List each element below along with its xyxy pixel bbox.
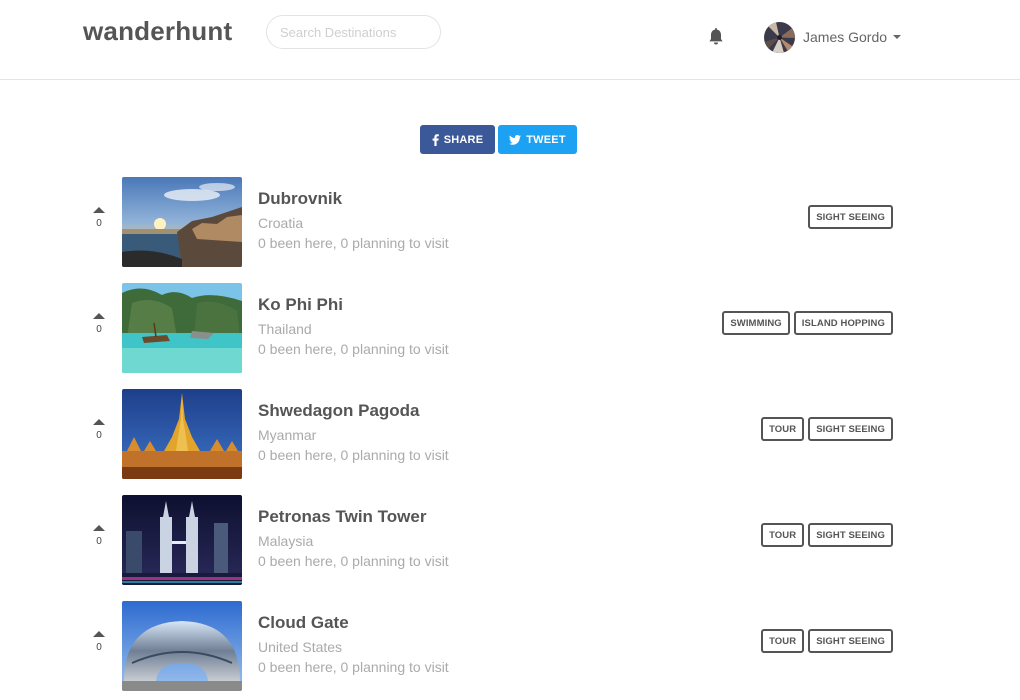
share-label: SHARE [443,133,484,146]
tag[interactable]: SIGHT SEEING [808,417,893,441]
tag[interactable]: TOUR [761,417,805,441]
destination-name[interactable]: Shwedagon Pagoda [258,401,420,421]
vote-count: 0 [96,536,102,547]
destination-stats: 0 been here, 0 planning to visit [258,447,449,463]
tag-list: TOUR SIGHT SEEING [761,417,893,441]
tag[interactable]: SIGHT SEEING [808,205,893,229]
upvote-button[interactable]: 0 [88,207,110,229]
destination-thumbnail[interactable] [122,601,242,691]
tag[interactable]: ISLAND HOPPING [793,311,893,335]
tag-list: TOUR SIGHT SEEING [761,629,893,653]
destination-country: United States [258,639,343,655]
tag-list: SWIMMING ISLAND HOPPING [722,311,893,335]
caret-down-icon[interactable] [893,35,902,39]
vote-count: 0 [96,218,102,229]
destination-item: 0 Dubrovnik Croatia 0 been here, 0 plann… [0,177,1020,267]
destination-country: Myanmar [258,427,317,443]
upvote-arrow-icon [93,525,105,531]
upvote-arrow-icon [93,419,105,425]
upvote-arrow-icon [93,207,105,213]
tag[interactable]: TOUR [761,523,805,547]
twitter-icon [509,134,522,145]
destination-country: Croatia [258,215,304,231]
search-input[interactable] [266,15,441,49]
destination-name[interactable]: Petronas Twin Tower [258,507,426,527]
destination-thumbnail[interactable] [122,389,242,479]
upvote-arrow-icon [93,313,105,319]
destination-name[interactable]: Ko Phi Phi [258,295,343,315]
bell-icon[interactable] [705,26,727,48]
vote-count: 0 [96,324,102,335]
tag-list: TOUR SIGHT SEEING [761,523,893,547]
destination-thumbnail[interactable] [122,283,242,373]
tag-list: SIGHT SEEING [808,205,893,229]
upvote-button[interactable]: 0 [88,313,110,335]
destination-stats: 0 been here, 0 planning to visit [258,553,449,569]
tweet-label: TWEET [526,133,566,146]
destination-item: 0 Ko Phi Phi Thailand 0 been here, 0 pla… [0,283,1020,373]
destination-country: Malaysia [258,533,314,549]
upvote-button[interactable]: 0 [88,419,110,441]
destination-country: Thailand [258,321,312,337]
twitter-tweet-button[interactable]: TWEET [498,125,577,154]
avatar[interactable] [764,21,795,53]
facebook-share-button[interactable]: SHARE [420,125,495,154]
user-menu[interactable]: James Gordo [764,21,902,53]
tag[interactable]: TOUR [761,629,805,653]
upvote-button[interactable]: 0 [88,631,110,653]
destination-item: 0 Shwedagon Pagoda Myanmar 0 been here, … [0,389,1020,479]
tag[interactable]: SIGHT SEEING [808,629,893,653]
destination-stats: 0 been here, 0 planning to visit [258,235,449,251]
destination-name[interactable]: Cloud Gate [258,613,349,633]
logo[interactable]: wanderhunt [83,16,232,47]
destination-name[interactable]: Dubrovnik [258,189,342,209]
destination-item: 0 Petronas Twin Tower Malaysia 0 been he… [0,495,1020,585]
user-name[interactable]: James Gordo [803,29,887,45]
vote-count: 0 [96,642,102,653]
facebook-icon [432,133,439,146]
upvote-arrow-icon [93,631,105,637]
destination-stats: 0 been here, 0 planning to visit [258,341,449,357]
tag[interactable]: SWIMMING [722,311,790,335]
vote-count: 0 [96,430,102,441]
destination-thumbnail[interactable] [122,177,242,267]
tag[interactable]: SIGHT SEEING [808,523,893,547]
destination-stats: 0 been here, 0 planning to visit [258,659,449,675]
destination-thumbnail[interactable] [122,495,242,585]
destination-item: 0 Cloud Gate United States 0 been here, … [0,601,1020,691]
upvote-button[interactable]: 0 [88,525,110,547]
top-navbar: wanderhunt James Gordo [0,0,1020,80]
